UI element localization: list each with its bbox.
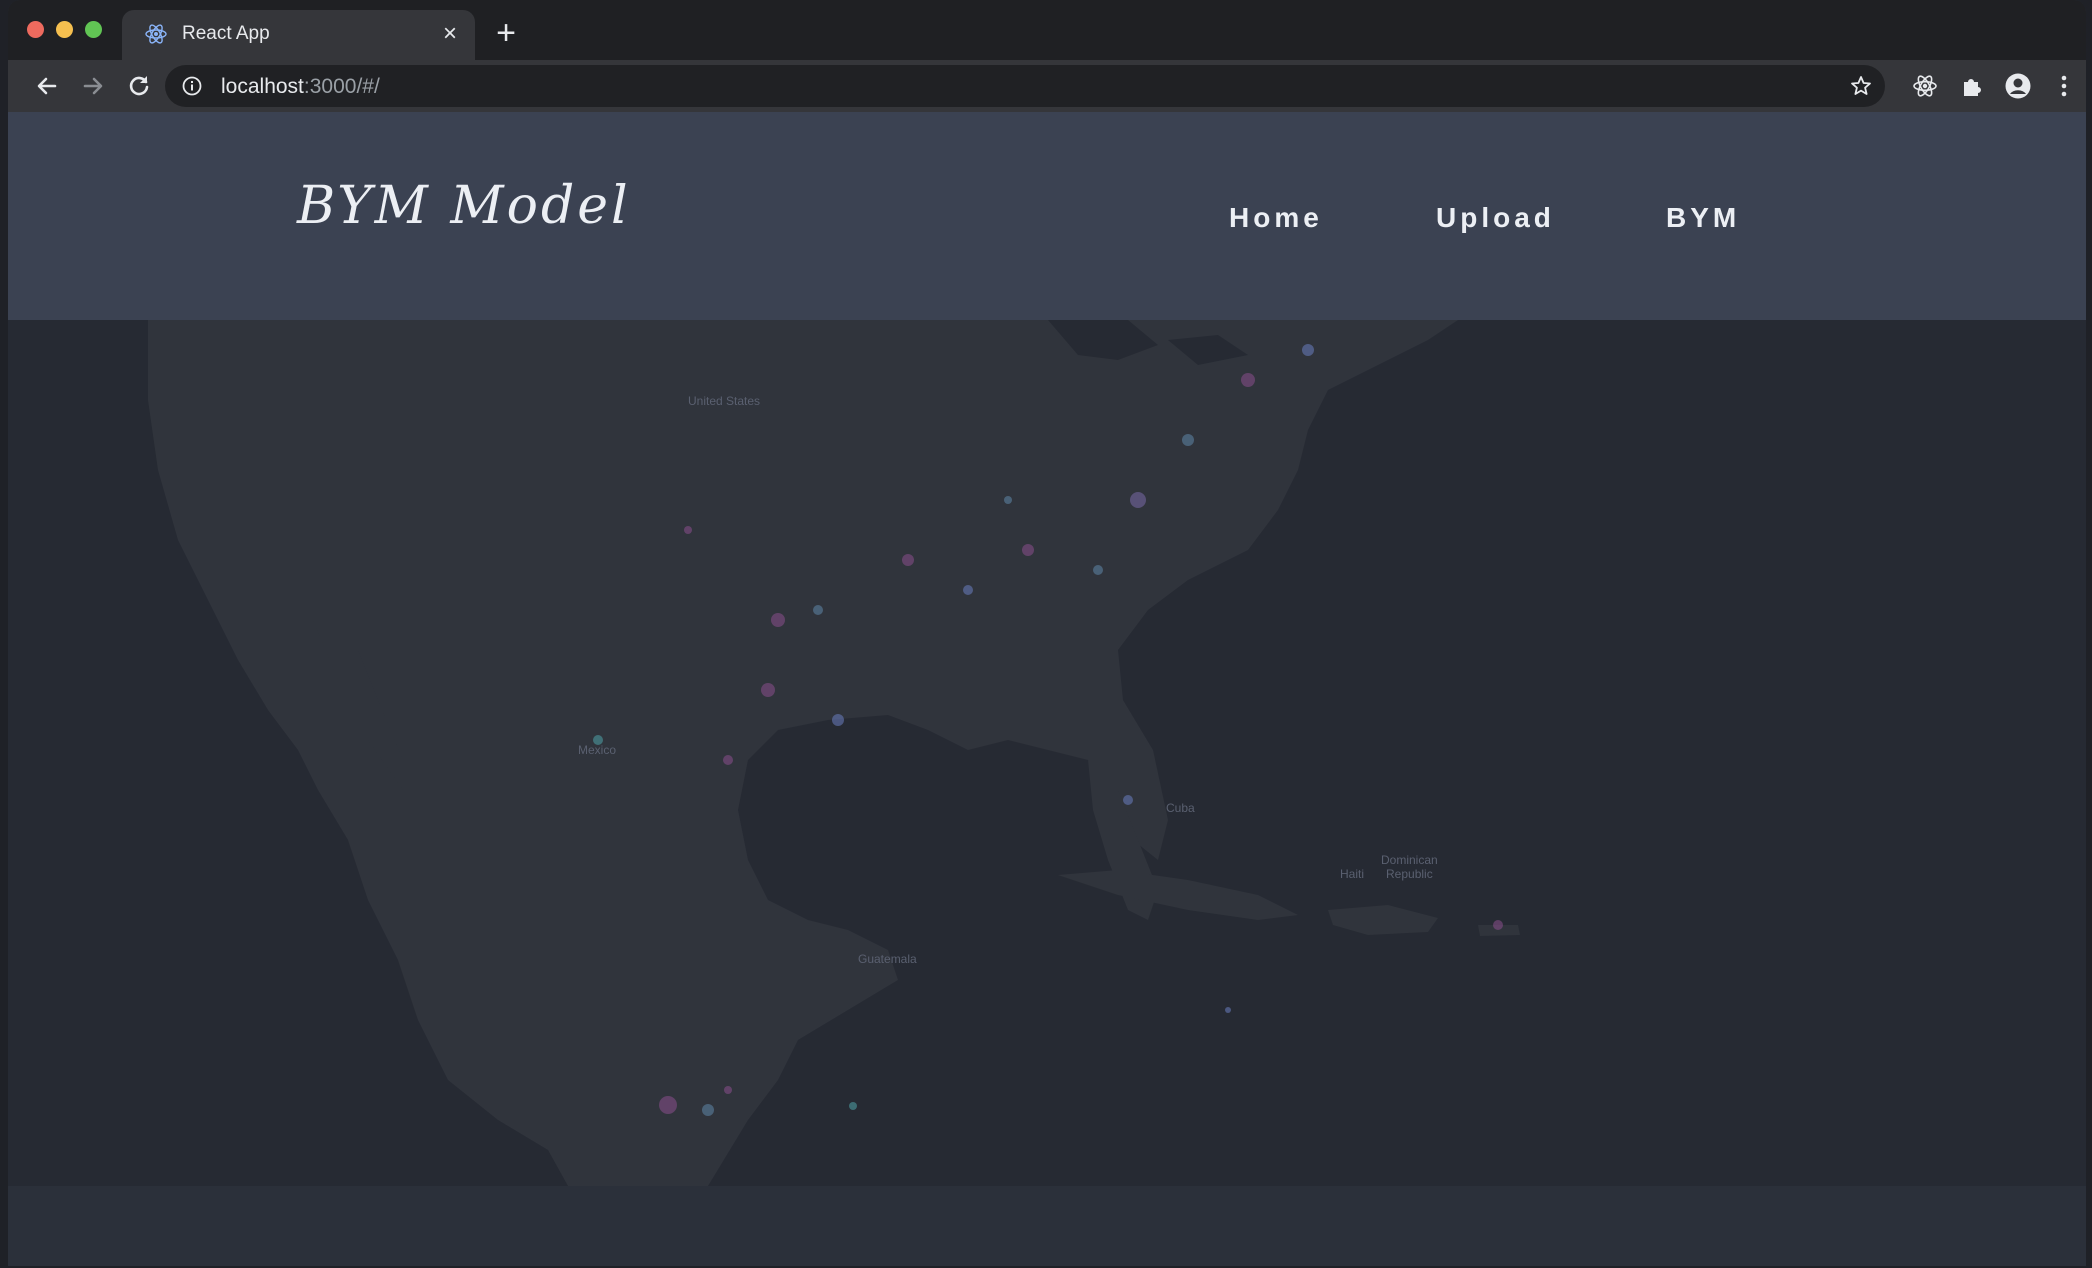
map-label-cuba: Cuba bbox=[1166, 801, 1195, 815]
back-arrow-icon[interactable] bbox=[33, 72, 61, 100]
map-label-republic: Republic bbox=[1386, 867, 1433, 881]
map-label-dominican: Dominican bbox=[1381, 853, 1438, 867]
map-view[interactable]: United States Mexico Cuba Dominican Repu… bbox=[8, 320, 2086, 1186]
minimize-window-button[interactable] bbox=[56, 21, 73, 38]
extensions-puzzle-icon[interactable] bbox=[1958, 72, 1986, 100]
tab-title: React App bbox=[182, 23, 270, 44]
address-bar[interactable]: localhost:3000/#/ bbox=[165, 65, 1885, 107]
nav-link-upload[interactable]: Upload bbox=[1436, 202, 1555, 234]
more-menu-icon[interactable] bbox=[2050, 72, 2078, 100]
forward-arrow-icon[interactable] bbox=[79, 72, 107, 100]
profile-avatar-icon[interactable] bbox=[2004, 72, 2032, 100]
nav-link-bym[interactable]: BYM bbox=[1666, 202, 1740, 234]
browser-toolbar: localhost:3000/#/ bbox=[8, 60, 2086, 112]
bookmark-star-icon[interactable] bbox=[1849, 74, 1873, 98]
brand-title[interactable]: BYM Model bbox=[297, 176, 631, 236]
browser-window: React App × + localhost:3000/#/ BYM Mode… bbox=[8, 0, 2086, 1266]
nav-link-home[interactable]: Home bbox=[1229, 202, 1323, 234]
close-window-button[interactable] bbox=[27, 21, 44, 38]
reload-icon[interactable] bbox=[125, 72, 153, 100]
page-content: BYM Model Home Upload BYM United States … bbox=[8, 112, 2086, 1266]
page-footer bbox=[8, 1186, 2086, 1266]
url-text[interactable]: localhost:3000/#/ bbox=[221, 75, 380, 99]
react-icon bbox=[145, 24, 167, 44]
app-navbar: BYM Model Home Upload BYM bbox=[8, 112, 2086, 320]
map-label-guatemala: Guatemala bbox=[858, 952, 917, 966]
map-label-mexico: Mexico bbox=[578, 743, 616, 757]
tab-strip: React App × + bbox=[8, 0, 2086, 60]
info-icon[interactable] bbox=[181, 75, 203, 97]
map-canvas: United States Mexico Cuba Dominican Repu… bbox=[8, 320, 2086, 1186]
url-host: localhost bbox=[221, 75, 304, 98]
maximize-window-button[interactable] bbox=[85, 21, 102, 38]
new-tab-button[interactable]: + bbox=[491, 16, 521, 50]
tab-react-app[interactable]: React App × bbox=[122, 10, 475, 60]
map-label-united-states: United States bbox=[688, 394, 760, 408]
map-label-haiti: Haiti bbox=[1340, 867, 1364, 881]
tab-close-icon[interactable]: × bbox=[437, 21, 463, 47]
url-path: :3000/#/ bbox=[303, 75, 380, 98]
react-devtools-icon[interactable] bbox=[1911, 72, 1939, 100]
